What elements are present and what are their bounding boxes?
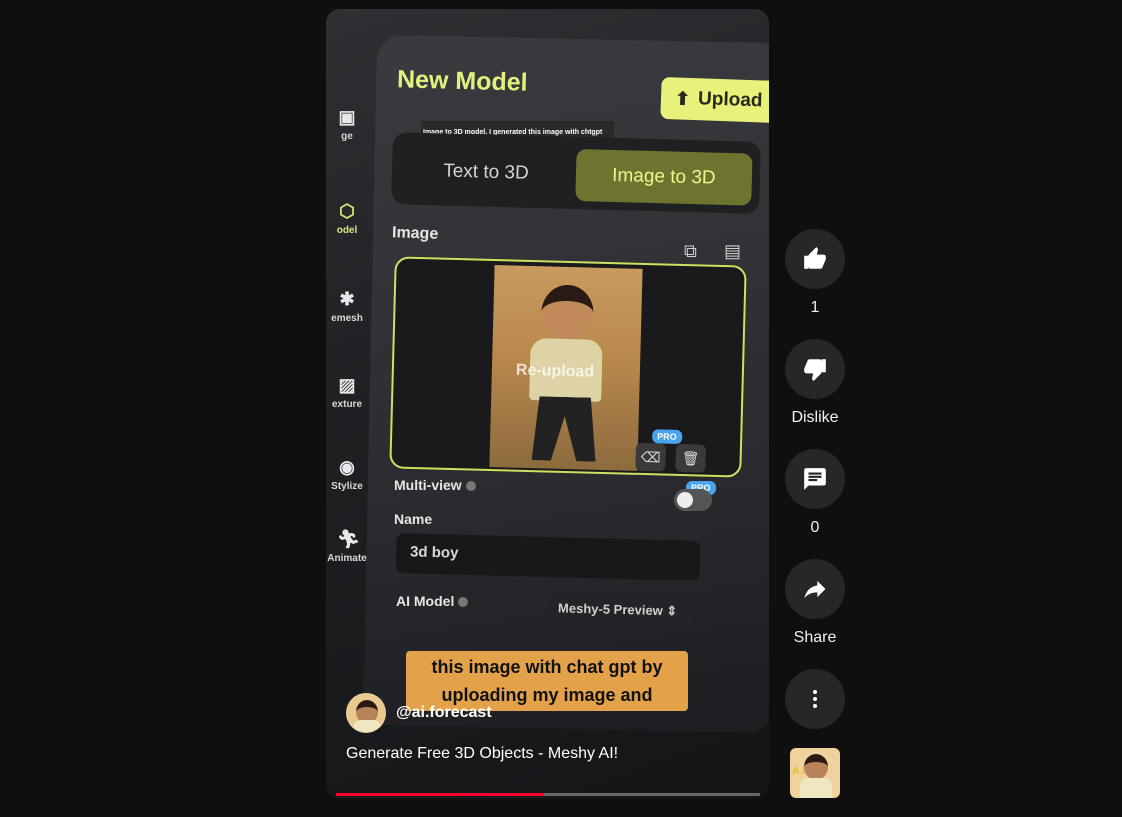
pro-badge: PRO	[652, 429, 682, 444]
compare-icon: ⧉	[684, 241, 697, 261]
rail-item-texture: ▨ exture	[331, 375, 362, 410]
name-field: 3d boy	[395, 533, 701, 581]
dislike-button[interactable]	[785, 339, 845, 399]
new-model-title: New Model	[396, 65, 528, 97]
progress-bar[interactable]	[336, 793, 760, 796]
reupload-label: Re-upload	[515, 361, 595, 381]
like-action: 1	[785, 229, 845, 319]
remesh-icon: ✱	[339, 289, 355, 309]
info-icon	[465, 481, 476, 492]
trash-icon: 🗑︎	[675, 443, 707, 473]
mode-tabs: Text to 3D Image to 3D	[391, 132, 761, 214]
rail-item-remesh: ✱ emesh	[331, 289, 363, 324]
book-icon: ▤	[724, 241, 742, 261]
channel-avatar[interactable]	[346, 693, 386, 733]
image-section-label: Image	[391, 224, 439, 243]
progress-fill	[336, 793, 544, 796]
like-button[interactable]	[785, 229, 845, 289]
stylize-icon: ◉	[339, 457, 355, 477]
tab-image-to-3d: Image to 3D	[575, 149, 753, 206]
ai-model-label: AI Model	[396, 593, 469, 609]
rail-item-animate: 🏃︎ Animate	[327, 529, 367, 564]
image-icon: ▣	[338, 107, 356, 127]
multiview-label: Multi-view	[394, 477, 476, 493]
dislike-action: Dislike	[785, 339, 845, 429]
rail-item-model: ⬡ odel	[336, 201, 358, 236]
logo-icon: A.I	[792, 766, 805, 777]
comment-action: 0	[785, 449, 845, 539]
thumbs-down-icon	[804, 359, 826, 381]
share-action: Share	[785, 559, 845, 649]
like-count: 1	[810, 299, 820, 316]
eraser-icon: ⌫	[635, 442, 667, 472]
comment-icon	[804, 468, 826, 490]
share-button[interactable]	[785, 559, 845, 619]
info-icon	[458, 597, 469, 608]
action-rail: 1 Dislike 0 Share	[785, 229, 845, 749]
upload-button: ⬆ Upload	[660, 76, 769, 124]
more-options-button[interactable]	[785, 669, 845, 729]
dislike-label: Dislike	[791, 409, 839, 426]
name-label: Name	[394, 511, 433, 527]
share-icon	[804, 580, 826, 599]
video-title[interactable]: Generate Free 3D Objects - Meshy AI!	[346, 745, 618, 763]
tab-text-to-3d: Text to 3D	[442, 160, 530, 184]
texture-icon: ▨	[338, 375, 356, 395]
share-label: Share	[793, 629, 837, 646]
more-action	[785, 669, 845, 729]
comment-count: 0	[810, 519, 820, 536]
thumbs-up-icon	[804, 247, 826, 269]
more-vert-icon	[813, 690, 817, 708]
rail-item-stylize: ◉ Stylize	[331, 457, 363, 492]
upload-icon: ⬆	[674, 87, 691, 109]
comment-button[interactable]	[785, 449, 845, 509]
animate-icon: 🏃︎	[337, 529, 360, 549]
sound-thumbnail[interactable]: A.I	[790, 748, 840, 798]
multiview-toggle	[674, 489, 712, 511]
cube-icon: ⬡	[339, 201, 355, 221]
video-player[interactable]: ▣ ge ⬡ odel ✱ emesh ▨ exture ◉ Stylize 🏃…	[326, 9, 769, 799]
meshy-left-rail: ▣ ge ⬡ odel ✱ emesh ▨ exture ◉ Stylize 🏃…	[326, 89, 368, 609]
ai-model-select: Meshy-5 Preview ⇕	[547, 593, 695, 627]
channel-name[interactable]: @ai.forecast	[396, 704, 492, 722]
shorts-page: ▣ ge ⬡ odel ✱ emesh ▨ exture ◉ Stylize 🏃…	[0, 0, 1122, 817]
image-upload-box: Re-upload PRO ⌫ 🗑︎	[389, 256, 747, 478]
rail-item-image: ▣ ge	[338, 107, 356, 142]
channel-info: @ai.forecast	[346, 693, 492, 733]
